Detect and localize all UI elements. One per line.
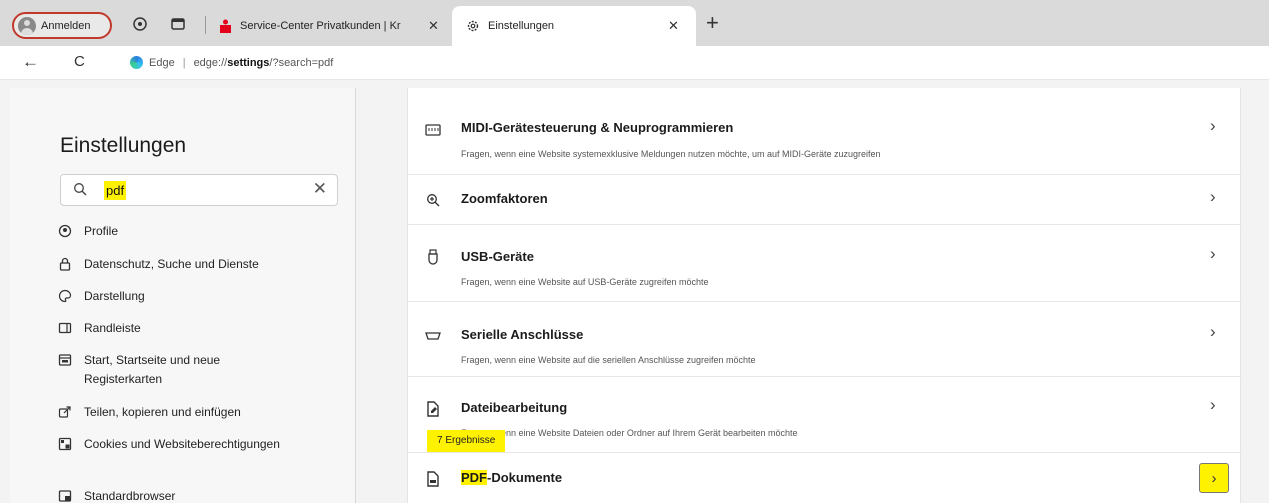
new-tab-button[interactable]: +: [706, 12, 719, 34]
lock-icon: [56, 255, 74, 273]
settings-page: Einstellungen pdf ✕ Profile Datenschutz,…: [0, 80, 1269, 503]
zoom-icon: [424, 191, 442, 209]
setting-row-midi[interactable]: MIDI-Gerätesteuerung & Neuprogrammieren …: [408, 88, 1242, 175]
midi-icon: [424, 121, 442, 139]
search-input[interactable]: pdf: [104, 181, 127, 200]
profile-button[interactable]: Anmelden: [12, 12, 112, 39]
profile-icon: [56, 222, 74, 240]
address-bar: ← C Edge | edge://settings/?search=pdf: [0, 46, 1269, 80]
sidebar-item-start[interactable]: Start, Startseite und neue Registerkarte…: [56, 351, 336, 403]
clear-search-button[interactable]: ✕: [313, 179, 327, 199]
close-icon[interactable]: ✕: [428, 18, 439, 34]
sidebar-item-label: Standardbrowser: [84, 489, 176, 503]
site-name: Edge: [149, 56, 175, 69]
edge-logo-icon: [130, 56, 143, 69]
sidebar-item-label: Cookies und Websiteberechtigungen: [84, 437, 280, 451]
sidebar-item-label: Profile: [84, 224, 119, 238]
setting-description: Fragen, wenn eine Website systemexklusiv…: [461, 149, 881, 159]
setting-row-file-editing[interactable]: Dateibearbeitung Fragen, wenn eine Websi…: [408, 377, 1242, 453]
tab-einstellungen[interactable]: Einstellungen ✕: [452, 6, 696, 46]
setting-description: Fragen, wenn eine Website auf USB-Geräte…: [461, 277, 709, 287]
home-icon: [56, 351, 74, 369]
setting-description: Fragen, wenn eine Website auf die seriel…: [461, 355, 756, 365]
sidebar-item-label: Darstellung: [84, 289, 145, 303]
gear-icon: [466, 19, 480, 33]
back-button[interactable]: ←: [22, 53, 39, 71]
tab-service-center[interactable]: Service-Center Privatkunden | Kr ✕: [214, 6, 450, 46]
sidebar-item-label: Start, Startseite und neue Registerkarte…: [84, 353, 221, 386]
setting-title: USB-Geräte: [461, 249, 534, 264]
sidebar-item-sidebar[interactable]: Randleiste: [56, 319, 336, 351]
sidebar-item-label: Datenschutz, Suche und Dienste: [84, 257, 259, 271]
page-title: Einstellungen: [60, 134, 187, 157]
setting-description: Fragen, wenn eine Website Dateien oder O…: [461, 428, 798, 438]
browser-icon: [56, 487, 74, 503]
appearance-icon: [56, 287, 74, 305]
url-field[interactable]: Edge | edge://settings/?search=pdf: [130, 56, 333, 69]
setting-row-serial[interactable]: Serielle Anschlüsse Fragen, wenn eine We…: [408, 302, 1242, 377]
tab-separator: [205, 16, 206, 34]
sparkasse-icon: [218, 19, 232, 33]
pdf-document-icon: [424, 470, 442, 488]
tab-title: Einstellungen: [488, 20, 555, 32]
tab-title: Service-Center Privatkunden | Kr: [240, 20, 401, 32]
search-results-tooltip: 7 Ergebnisse: [427, 430, 506, 452]
workspaces-icon[interactable]: [131, 15, 149, 33]
sidebar-item-appearance[interactable]: Darstellung: [56, 287, 336, 319]
sidebar-icon: [56, 319, 74, 337]
sidebar-item-label: Teilen, kopieren und einfügen: [84, 405, 241, 419]
setting-row-pdf[interactable]: PDF-Dokumente ›: [408, 453, 1242, 503]
refresh-button[interactable]: C: [74, 53, 85, 71]
vertical-tabs-icon[interactable]: [169, 15, 187, 33]
sidebar-item-privacy[interactable]: Datenschutz, Suche und Dienste: [56, 255, 336, 287]
chevron-right-icon[interactable]: ›: [1210, 187, 1216, 207]
profile-label: Anmelden: [41, 19, 91, 32]
setting-title: Serielle Anschlüsse: [461, 327, 584, 342]
sidebar-item-label: Randleiste: [84, 321, 141, 335]
file-edit-icon: [424, 400, 442, 418]
setting-row-usb[interactable]: USB-Geräte Fragen, wenn eine Website auf…: [408, 225, 1242, 302]
settings-sidebar: Einstellungen pdf ✕ Profile Datenschutz,…: [10, 88, 356, 503]
sidebar-item-profile[interactable]: Profile: [56, 222, 336, 255]
share-icon: [56, 403, 74, 421]
tab-strip: Anmelden Service-Center Privatkunden | K…: [0, 0, 1269, 46]
chevron-right-icon[interactable]: ›: [1210, 244, 1216, 264]
settings-search[interactable]: pdf ✕: [60, 174, 338, 206]
cookie-icon: [56, 435, 74, 453]
settings-results-panel: MIDI-Gerätesteuerung & Neuprogrammieren …: [407, 88, 1242, 503]
setting-title: Zoomfaktoren: [461, 191, 548, 206]
usb-icon: [424, 248, 442, 266]
sidebar-item-default-browser[interactable]: Standardbrowser: [56, 487, 336, 503]
chevron-right-icon[interactable]: ›: [1210, 395, 1216, 415]
sidebar-nav: Profile Datenschutz, Suche und Dienste D…: [56, 222, 336, 503]
sidebar-item-cookies[interactable]: Cookies und Websiteberechtigungen: [56, 435, 336, 487]
setting-row-zoom[interactable]: Zoomfaktoren ›: [408, 175, 1242, 225]
chevron-right-icon[interactable]: ›: [1199, 463, 1229, 493]
avatar-icon: [18, 16, 36, 35]
setting-title: MIDI-Gerätesteuerung & Neuprogrammieren: [461, 120, 734, 135]
setting-title: Dateibearbeitung: [461, 400, 568, 415]
close-icon[interactable]: ✕: [668, 18, 679, 34]
url-separator: |: [182, 56, 186, 69]
chevron-right-icon[interactable]: ›: [1210, 322, 1216, 342]
serial-port-icon: [424, 327, 442, 345]
setting-title: PDF-Dokumente: [461, 470, 563, 485]
chevron-right-icon[interactable]: ›: [1210, 116, 1216, 136]
url-text: edge://settings/?search=pdf: [193, 56, 334, 69]
sidebar-item-share[interactable]: Teilen, kopieren und einfügen: [56, 403, 336, 435]
search-icon: [73, 182, 87, 201]
